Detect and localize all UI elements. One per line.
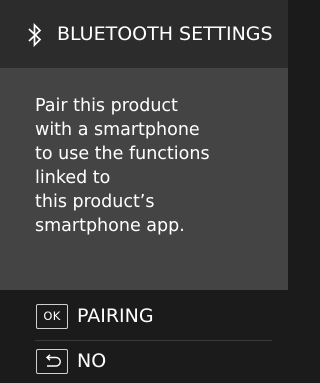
message-line: smartphone app. [35,216,185,236]
message-line: Pair this product [35,96,178,116]
message-line: linked to [35,168,111,188]
page-title: BLUETOOTH SETTINGS [57,23,273,45]
no-label: NO [77,350,107,372]
ok-key-icon: OK [36,303,68,329]
pairing-option[interactable]: OK PAIRING [0,294,288,338]
content-panel: BLUETOOTH SETTINGS Pair this product wit… [0,0,288,290]
message-line: to use the functions [35,144,210,164]
message-line: this product’s [35,192,155,212]
bluetooth-icon [28,22,42,47]
pairing-label: PAIRING [77,305,154,327]
no-option[interactable]: NO [0,339,288,383]
ok-key-label: OK [43,309,61,323]
bluetooth-settings-screen: BLUETOOTH SETTINGS Pair this product wit… [0,0,288,383]
header-bar: BLUETOOTH SETTINGS [0,0,288,68]
pairing-message: Pair this product with a smartphone to u… [35,94,280,238]
message-line: with a smartphone [35,120,200,140]
back-arrow-icon [36,348,68,374]
